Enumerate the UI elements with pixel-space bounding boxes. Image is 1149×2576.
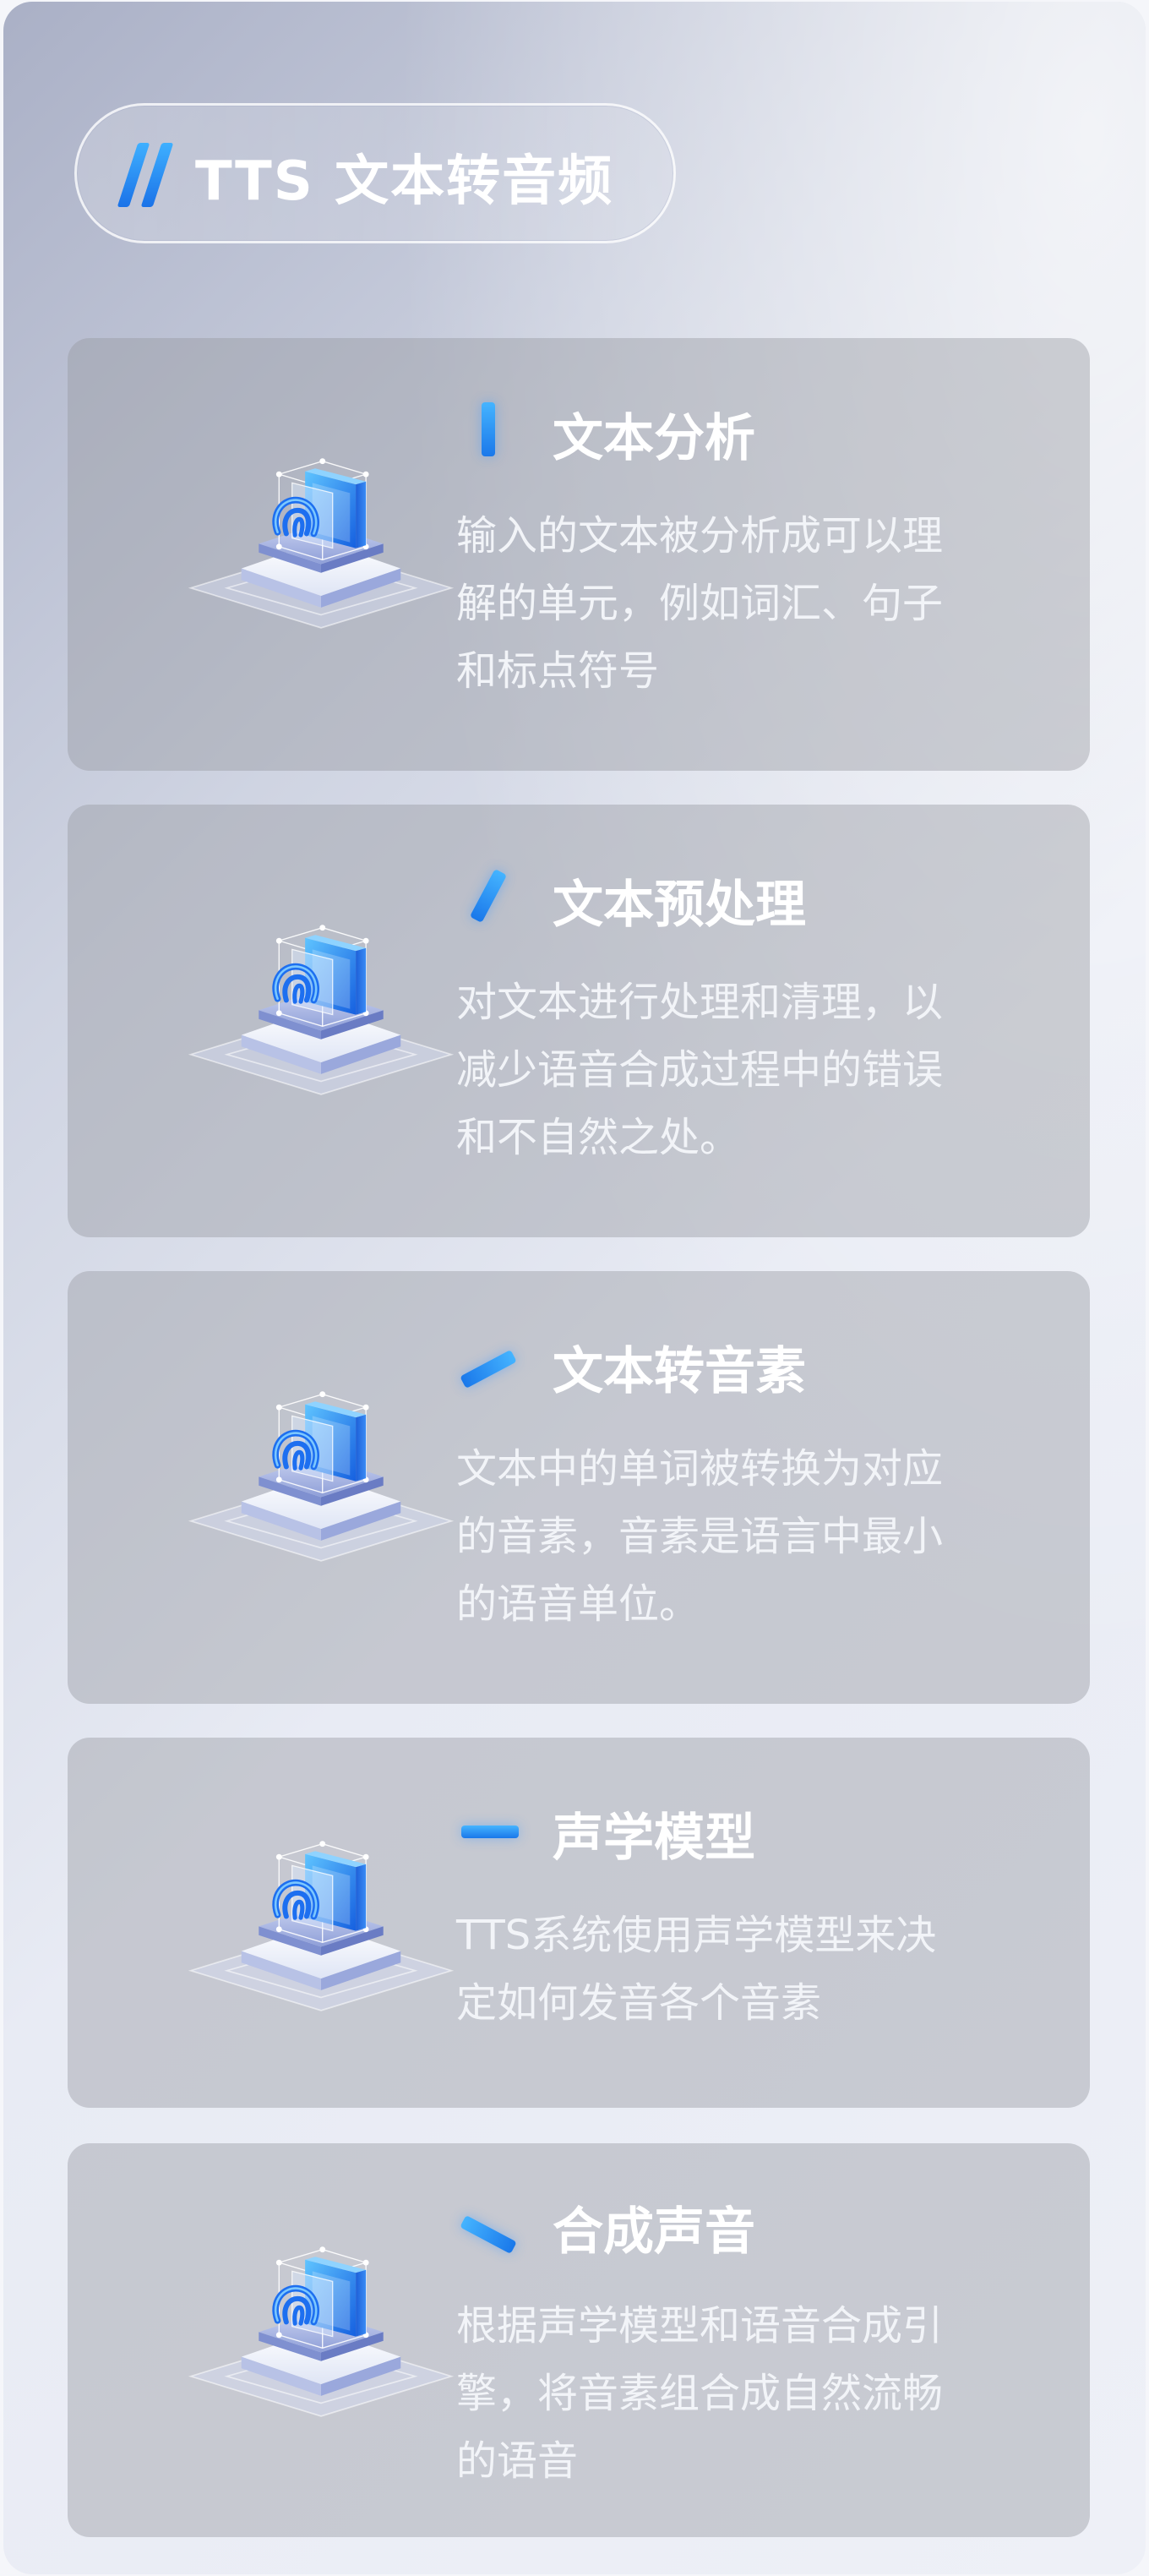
card-description-line: 定如何发音各个音素 [456, 1979, 822, 2027]
card-description-line: 对文本进行处理和清理，以 [456, 979, 944, 1026]
card-description-line: 和不自然之处。 [456, 1114, 741, 1161]
step-card-text-analysis: 文本分析 输入的文本被分析成可以理 解的单元，例如词汇、句子 和标点符号 [68, 338, 1090, 771]
accent-mark-diagonal [460, 1349, 517, 1389]
card-description: 输入的文本被分析成可以理 解的单元，例如词汇、句子 和标点符号 [456, 502, 1081, 705]
card-description-line: 输入的文本被分析成可以理 [456, 512, 944, 559]
accent-mark-vertical [482, 402, 495, 456]
card-description-line: 减少语音合成过程中的错误 [456, 1046, 944, 1094]
card-description: TTS系统使用声学模型来决 定如何发音各个音素 [456, 1902, 1081, 2037]
card-description-line: 擎，将音素组合成自然流畅 [456, 2370, 944, 2417]
card-description: 根据声学模型和语音合成引 擎，将音素组合成自然流畅 的语音 [456, 2292, 1081, 2495]
card-description-line: 的音素，音素是语言中最小 [456, 1513, 944, 1560]
tts-module-icon [161, 439, 482, 642]
card-heading: 文本预处理 [553, 876, 806, 935]
card-description-line: 解的单元，例如词汇、句子 [456, 580, 944, 627]
title-pill: TTS 文本转音频 [74, 103, 676, 243]
card-description: 对文本进行处理和清理，以 减少语音合成过程中的错误 和不自然之处。 [456, 969, 1081, 1171]
card-description-line: 和标点符号 [456, 647, 660, 695]
card-heading: 合成声音 [553, 2202, 755, 2262]
card-description-line: 文本中的单词被转换为对应 [456, 1445, 944, 1493]
step-card-acoustic-model: 声学模型 TTS系统使用声学模型来决 定如何发音各个音素 [68, 1738, 1090, 2108]
card-description-line: 根据声学模型和语音合成引 [456, 2302, 944, 2350]
page-panel: TTS 文本转音频 文本分析 输入的文本被分析成可以理 解的单元，例如词汇、句子… [3, 2, 1146, 2574]
tts-module-icon [161, 1373, 482, 1575]
card-heading: 文本分析 [553, 409, 755, 468]
accent-mark-tilted [469, 868, 508, 924]
tts-module-icon [161, 1822, 482, 2025]
step-card-text-preprocessing: 文本预处理 对文本进行处理和清理，以 减少语音合成过程中的错误 和不自然之处。 [68, 805, 1090, 1237]
card-heading: 声学模型 [553, 1809, 755, 1868]
card-description-line: 的语音 [456, 2437, 579, 2485]
card-description-line: TTS系统使用声学模型来决 [456, 1912, 937, 1959]
step-card-synthesize-voice: 合成声音 根据声学模型和语音合成引 擎，将音素组合成自然流畅 的语音 [68, 2143, 1090, 2537]
step-card-text-to-phoneme: 文本转音素 文本中的单词被转换为对应 的音素，音素是语言中最小 的语音单位。 [68, 1271, 1090, 1704]
card-heading: 文本转音素 [553, 1342, 806, 1401]
card-description: 文本中的单词被转换为对应 的音素，音素是语言中最小 的语音单位。 [456, 1435, 1081, 1638]
tts-module-icon [161, 906, 482, 1109]
page-title: TTS 文本转音频 [195, 150, 614, 213]
double-slash-icon [117, 143, 174, 207]
tts-module-icon [161, 2228, 482, 2431]
accent-mark-horizontal [461, 1826, 519, 1838]
card-description-line: 的语音单位。 [456, 1580, 700, 1628]
